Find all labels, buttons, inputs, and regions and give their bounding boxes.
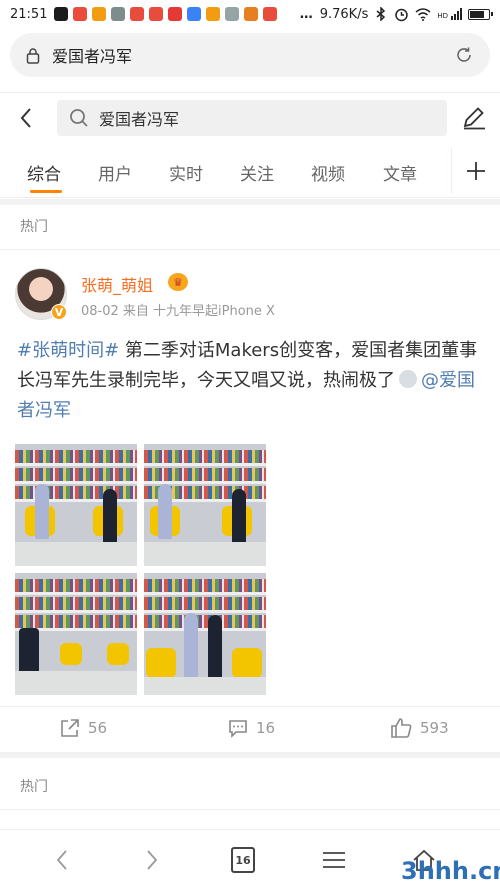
post-meta: 08-02 来自 十九年早起iPhone X [81, 304, 275, 319]
chevron-left-icon [20, 107, 31, 128]
section-gap [0, 752, 500, 758]
post-image-1[interactable] [15, 444, 137, 566]
tabs-button[interactable]: 16 [229, 846, 257, 874]
reload-icon[interactable] [454, 45, 474, 65]
watermark: 3hhh.cn [401, 857, 500, 885]
like-button[interactable]: 593 [390, 718, 449, 738]
post-hashtag[interactable]: #张萌时间# [17, 340, 119, 361]
menu-button[interactable] [320, 846, 348, 874]
status-left: 21:51 [10, 6, 278, 22]
status-right: … 9.76K/s HD [299, 6, 493, 22]
tab-video[interactable]: 视频 [311, 160, 345, 185]
battery-icon [468, 8, 493, 20]
nav-back-button[interactable] [48, 846, 76, 874]
notification-app-icon [54, 7, 69, 21]
tab-realtime[interactable]: 实时 [169, 160, 203, 185]
tab-following[interactable]: 关注 [240, 160, 274, 185]
tab-divider [451, 148, 452, 194]
status-bar: 21:51 … 9.76K/s HD [0, 0, 500, 28]
notification-icons [54, 7, 278, 21]
signal-icon: HD [437, 8, 462, 20]
notification-app-icon [244, 7, 259, 21]
comment-button[interactable]: 16 [228, 718, 275, 738]
divider [0, 249, 500, 250]
thumbs-up-icon [391, 718, 412, 738]
search-input[interactable]: 爱国者冯军 [57, 100, 447, 136]
post-text: #张萌时间# 第二季对话Makers创变客，爱国者集团董事长冯军先生录制完毕，今… [17, 336, 487, 426]
comment-count: 16 [256, 719, 276, 737]
section-gap [0, 199, 500, 205]
result-tabs: 综合 用户 实时 关注 视频 文章 [0, 148, 500, 198]
post-author[interactable]: 张萌_萌姐 [81, 272, 153, 296]
bluetooth-icon [376, 7, 386, 21]
notification-app-icon [149, 7, 164, 21]
tab-comprehensive[interactable]: 综合 [27, 160, 61, 185]
wifi-icon [415, 7, 431, 21]
notification-app-icon [263, 7, 278, 21]
address-text[interactable]: 爱国者冯军 [52, 43, 132, 67]
like-count: 593 [420, 719, 449, 737]
post-image-3[interactable] [15, 573, 137, 695]
add-tab-button[interactable] [461, 156, 491, 186]
notification-app-icon [92, 7, 107, 21]
post-image-2[interactable] [144, 444, 266, 566]
signal-label: HD [437, 12, 448, 20]
tab-articles[interactable]: 文章 [383, 160, 417, 185]
browser-address-bar[interactable]: 爱国者冯军 [10, 33, 490, 77]
section-label-hot: 热门 [20, 219, 48, 235]
chevron-right-icon [147, 850, 158, 870]
compose-button[interactable] [458, 101, 490, 133]
tab-users[interactable]: 用户 [98, 160, 132, 185]
divider [0, 809, 500, 810]
chevron-left-icon [56, 850, 67, 870]
notification-app-icon [206, 7, 221, 21]
search-query[interactable]: 爱国者冯军 [99, 106, 179, 130]
notification-app-icon [73, 7, 88, 21]
nav-forward-button[interactable] [138, 846, 166, 874]
back-button[interactable] [6, 98, 46, 138]
comment-icon [229, 720, 247, 738]
search-icon [70, 109, 88, 127]
menu-icon [323, 852, 345, 868]
verified-badge: V [51, 304, 67, 320]
crown-icon: ♛ [168, 273, 188, 291]
repost-count: 56 [88, 719, 108, 737]
status-time: 21:51 [10, 6, 48, 22]
notification-app-icon [225, 7, 240, 21]
more-dots-icon: … [299, 6, 314, 22]
emoji-icon [399, 370, 417, 388]
search-header: 爱国者冯军 [0, 92, 500, 142]
notification-app-icon [111, 7, 126, 21]
alarm-icon [395, 8, 409, 21]
pencil-icon [463, 107, 485, 130]
notification-app-icon [168, 7, 183, 21]
active-tab-indicator [30, 190, 62, 193]
battery-fill [470, 10, 484, 18]
notification-app-icon [130, 7, 145, 21]
post-image-4[interactable] [144, 573, 266, 695]
post-actions: 56 16 593 [0, 706, 500, 751]
network-speed: 9.76K/s [319, 6, 369, 22]
tab-count: 16 [231, 847, 255, 873]
plus-icon [467, 162, 485, 180]
repost-icon [61, 719, 79, 737]
repost-button[interactable]: 56 [60, 718, 107, 738]
section-label-hot-2: 热门 [20, 779, 48, 795]
lock-icon [26, 47, 40, 64]
notification-app-icon [187, 7, 202, 21]
